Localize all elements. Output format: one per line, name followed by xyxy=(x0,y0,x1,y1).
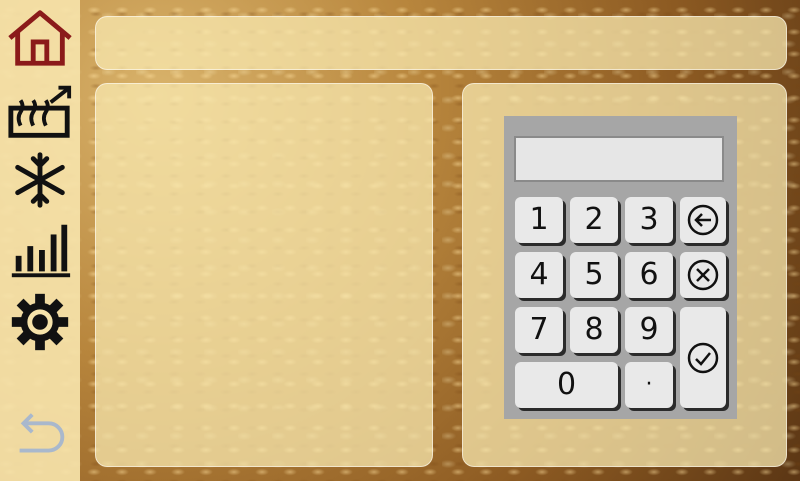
heat-export-icon xyxy=(8,85,72,138)
key-label: 1 xyxy=(529,202,549,237)
clear-key[interactable] xyxy=(680,252,726,298)
key-label: 2 xyxy=(584,202,604,237)
settings-button[interactable] xyxy=(6,292,74,352)
key-0[interactable]: 0 xyxy=(515,362,618,408)
key-7[interactable]: 7 xyxy=(515,307,563,353)
key-3[interactable]: 3 xyxy=(625,197,673,243)
key-6[interactable]: 6 xyxy=(625,252,673,298)
key-5[interactable]: 5 xyxy=(570,252,618,298)
statistics-button[interactable] xyxy=(6,220,74,280)
key-label: 4 xyxy=(529,257,549,292)
cooling-button[interactable] xyxy=(6,150,74,210)
top-status-bar xyxy=(95,16,787,70)
key-label: 7 xyxy=(529,312,549,347)
key-label: 0 xyxy=(556,367,577,402)
key-label: 3 xyxy=(639,202,659,237)
bar-chart-icon xyxy=(11,224,71,278)
backspace-key[interactable] xyxy=(680,197,726,243)
checkmark-icon xyxy=(687,342,719,373)
key-2[interactable]: 2 xyxy=(570,197,618,243)
left-content-panel xyxy=(95,83,433,467)
decimal-key[interactable]: · xyxy=(625,362,673,408)
backspace-icon xyxy=(687,204,719,236)
key-9[interactable]: 9 xyxy=(625,307,673,353)
home-icon xyxy=(8,10,72,66)
key-8[interactable]: 8 xyxy=(570,307,618,353)
snowflake-icon xyxy=(15,152,65,208)
key-label: · xyxy=(645,372,653,397)
key-4[interactable]: 4 xyxy=(515,252,563,298)
heating-button[interactable] xyxy=(6,82,74,142)
numeric-keypad: 1 2 3 4 5 6 7 8 9 0 · xyxy=(504,116,737,419)
home-button[interactable] xyxy=(6,8,74,68)
back-arrow-icon xyxy=(19,413,65,453)
sidebar xyxy=(0,0,80,481)
back-button[interactable] xyxy=(6,405,74,465)
key-label: 6 xyxy=(639,257,659,292)
key-label: 5 xyxy=(584,257,604,292)
key-label: 8 xyxy=(584,312,604,347)
clear-icon xyxy=(687,259,719,291)
gear-icon xyxy=(11,293,69,351)
key-1[interactable]: 1 xyxy=(515,197,563,243)
keypad-display[interactable] xyxy=(514,136,724,182)
key-label: 9 xyxy=(639,312,659,347)
enter-key[interactable] xyxy=(680,307,726,408)
